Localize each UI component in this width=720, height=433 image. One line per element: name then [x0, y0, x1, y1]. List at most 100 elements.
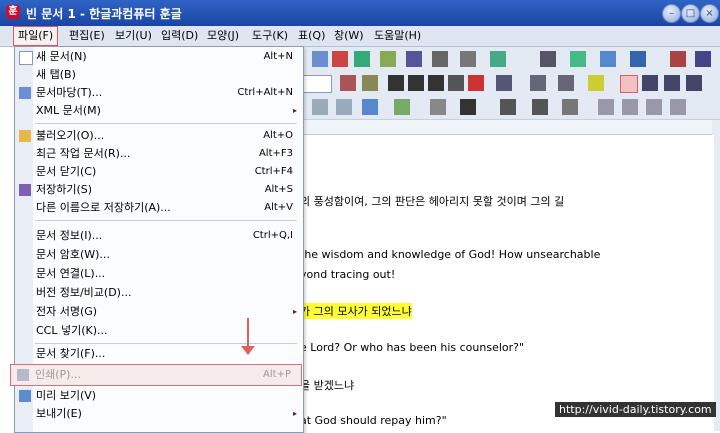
align-justify-icon[interactable]: [620, 75, 638, 93]
menu-table[interactable]: 표(Q): [294, 28, 329, 44]
menu-bar: 파일(F) 편집(E) 보기(U) 입력(D) 모양(J) 도구(K) 표(Q)…: [0, 26, 720, 47]
highlight-icon[interactable]: [588, 75, 604, 91]
menu-item-save[interactable]: 저장하기(S) Alt+S: [15, 181, 303, 199]
toolbar-icon[interactable]: [630, 51, 646, 67]
toolbar-icon[interactable]: [336, 99, 352, 115]
menu-item-open[interactable]: 불러오기(O)... Alt+O: [15, 127, 303, 145]
table-icon[interactable]: [540, 51, 556, 67]
menu-item-xml-document[interactable]: XML 문서(M) ▸: [15, 102, 303, 120]
save-icon: [19, 184, 31, 196]
title-bar: 훈 빈 문서 1 - 한글과컴퓨터 훈글 – □ ×: [0, 0, 720, 26]
menu-window[interactable]: 창(W): [330, 28, 368, 44]
menu-item-version-compare[interactable]: 버전 정보/비교(D)...: [15, 284, 303, 302]
document-line: e Lord? Or who has been his counselor?": [300, 341, 525, 354]
align-right-icon[interactable]: [686, 75, 702, 91]
toolbar-icon[interactable]: [432, 51, 448, 67]
line-color-icon[interactable]: [362, 99, 378, 115]
toolbar-icon[interactable]: [430, 99, 446, 115]
menu-edit[interactable]: 편집(E): [65, 28, 109, 44]
align-left-icon[interactable]: [642, 75, 658, 91]
menu-format[interactable]: 모양(J): [203, 28, 243, 44]
line-style-icon[interactable]: [500, 99, 516, 115]
toolbar-icon[interactable]: [490, 51, 506, 67]
menu-item-digital-signature[interactable]: 전자 서명(G) ▸: [15, 303, 303, 321]
menu-item-document-info[interactable]: 문서 정보(I)... Ctrl+Q,I: [15, 227, 303, 245]
menu-file[interactable]: 파일(F): [13, 26, 59, 46]
menu-input[interactable]: 입력(D): [157, 28, 202, 44]
menu-item-document-password[interactable]: 문서 암호(W)...: [15, 246, 303, 264]
toolbar-icon[interactable]: [622, 99, 638, 115]
menu-help[interactable]: 도움말(H): [370, 28, 425, 44]
toolbar-icon[interactable]: [332, 51, 348, 67]
menu-item-recent-documents[interactable]: 최근 작업 문서(R)... Alt+F3: [15, 145, 303, 163]
italic-icon[interactable]: [408, 75, 424, 91]
toolbar-icon[interactable]: [670, 99, 686, 115]
format-toolbar: [300, 71, 720, 96]
menu-item-document-link[interactable]: 문서 연결(L)...: [15, 265, 303, 283]
toolbar-icon[interactable]: [460, 51, 476, 67]
menu-item-new-document[interactable]: 새 문서(N) Alt+N: [15, 48, 303, 66]
toolbar-icon[interactable]: [380, 51, 396, 67]
new-document-icon: [19, 51, 33, 65]
close-button[interactable]: ×: [700, 4, 719, 23]
toolbar-icon[interactable]: [558, 75, 574, 91]
annotation-arrow-head: [241, 346, 255, 355]
toolbar-icon[interactable]: [354, 51, 370, 67]
toolbar-icon[interactable]: [670, 51, 686, 67]
open-folder-icon: [19, 130, 31, 142]
fill-color-icon[interactable]: [394, 99, 410, 115]
minimize-button[interactable]: –: [662, 4, 681, 23]
toolbar-icon[interactable]: [406, 51, 422, 67]
document-line: the wisdom and knowledge of God! How uns…: [300, 248, 601, 261]
menu-item-find-document[interactable]: 문서 찾기(F)...: [15, 345, 303, 363]
align-center-icon[interactable]: [664, 75, 680, 91]
document-area[interactable]: 의 풍성함이여, 그의 판단은 헤아리지 못할 것이며 그의 길 the wis…: [300, 135, 714, 431]
underline-icon[interactable]: [428, 75, 444, 91]
submenu-arrow-icon: ▸: [292, 106, 297, 115]
menu-item-print[interactable]: 인쇄(P)... Alt+P: [10, 364, 302, 386]
toolbar-icon[interactable]: [532, 99, 548, 115]
document-line: at God should repay him?": [300, 414, 447, 427]
menu-view[interactable]: 보기(U): [111, 28, 156, 44]
standard-toolbar: [300, 47, 720, 72]
toolbar-icon[interactable]: [530, 75, 546, 91]
menu-separator: [35, 343, 297, 344]
menu-separator: [35, 220, 297, 221]
toolbar-icon[interactable]: [598, 99, 614, 115]
document-line: yond tracing out!: [300, 268, 396, 281]
menu-item-new-tab[interactable]: 새 탭(B): [15, 66, 303, 84]
toolbar-icon[interactable]: [600, 51, 616, 67]
window-title: 빈 문서 1 - 한글과컴퓨터 훈글: [26, 7, 182, 21]
toolbar-icon[interactable]: [646, 99, 662, 115]
toolbar-icon[interactable]: [312, 51, 328, 67]
submenu-arrow-icon: ▸: [292, 307, 297, 316]
toolbar-icon[interactable]: [312, 99, 328, 115]
menu-item-insert-ccl[interactable]: CCL 넣기(K)...: [15, 322, 303, 340]
menu-item-save-as[interactable]: 다른 이름으로 저장하기(A)... Alt+V: [15, 199, 303, 217]
drawing-toolbar: [300, 95, 720, 120]
preview-icon: [19, 390, 31, 402]
toolbar-icon[interactable]: [448, 75, 464, 91]
menu-item-close-document[interactable]: 문서 닫기(C) Ctrl+F4: [15, 163, 303, 181]
menu-item-preview[interactable]: 미리 보기(V): [15, 387, 303, 405]
line-style-icon[interactable]: [460, 99, 476, 115]
menu-item-templates[interactable]: 문서마당(T)... Ctrl+Alt+N: [15, 84, 303, 102]
font-color-icon[interactable]: [468, 75, 484, 91]
font-size-field[interactable]: [300, 75, 332, 93]
toolbar-icon[interactable]: [340, 75, 356, 91]
menu-item-send[interactable]: 보내기(E) ▸: [15, 405, 303, 423]
horizontal-ruler[interactable]: [300, 120, 720, 135]
submenu-arrow-icon: ▸: [292, 409, 297, 418]
toolbar-icon[interactable]: [362, 75, 378, 91]
template-icon: [19, 87, 31, 99]
toolbar-icon[interactable]: [562, 99, 578, 115]
maximize-button[interactable]: □: [681, 4, 700, 23]
toolbar-icon[interactable]: [496, 75, 512, 91]
toolbar-icon[interactable]: [695, 51, 711, 67]
document-line: 을 받겠느냐: [300, 379, 355, 392]
bold-icon[interactable]: [388, 75, 404, 91]
toolbar-icon[interactable]: [570, 51, 586, 67]
menu-tools[interactable]: 도구(K): [248, 28, 292, 44]
menu-separator: [35, 123, 297, 124]
document-line: 의 풍성함이여, 그의 판단은 헤아리지 못할 것이며 그의 길: [300, 195, 565, 208]
